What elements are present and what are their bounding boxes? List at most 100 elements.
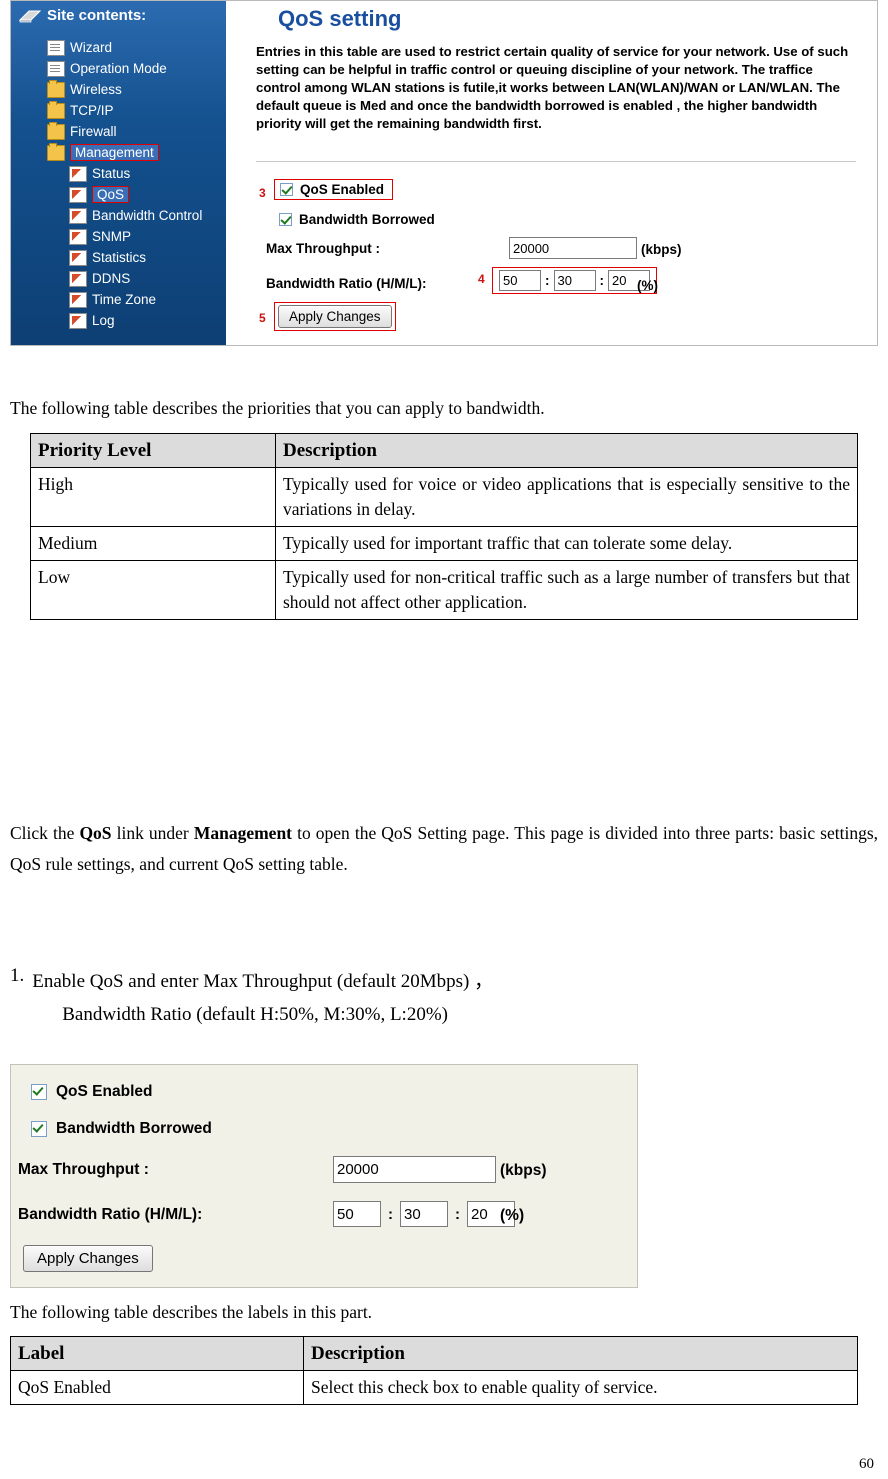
- table-header-row: Priority Level Description: [30, 433, 858, 468]
- qos-settings-panel: QoS setting Entries in this table are us…: [226, 1, 877, 345]
- sidebar-item-tcpip[interactable]: TCP/IP: [47, 100, 225, 121]
- cell-description: Typically used for voice or video applic…: [275, 467, 858, 527]
- page-title: QoS setting: [278, 6, 402, 31]
- ratio-high-input[interactable]: [333, 1201, 381, 1227]
- cell-description: Typically used for non-critical traffic …: [275, 560, 858, 620]
- step-1-line-2: Bandwidth Ratio (default H:50%, M:30%, L…: [62, 1004, 448, 1025]
- ratio-high-input[interactable]: [499, 270, 541, 291]
- sidebar-item-snmp[interactable]: SNMP: [69, 226, 225, 247]
- ratio-colon-1: :: [545, 273, 550, 288]
- sidebar-item-label: Statistics: [92, 250, 147, 265]
- sidebar-item-label: Wizard: [70, 40, 113, 55]
- page-icon: [69, 291, 87, 308]
- qos-enabled-checkbox[interactable]: [280, 183, 293, 196]
- table-row: Low Typically used for non-critical traf…: [30, 560, 858, 620]
- bandwidth-borrowed-checkbox[interactable]: [279, 213, 292, 226]
- page-icon: [69, 186, 87, 203]
- step-1-text: Enable QoS and enter Max Throughput (def…: [32, 965, 872, 1031]
- max-throughput-label: Max Throughput :: [266, 241, 380, 256]
- sidebar-item-label: DDNS: [92, 271, 131, 286]
- sidebar-item-management[interactable]: Management: [47, 142, 225, 163]
- cell-label: QoS Enabled: [10, 1370, 304, 1405]
- sidebar-item-wireless[interactable]: Wireless: [47, 79, 225, 100]
- page-icon: [69, 270, 87, 287]
- apply-changes-wrapper[interactable]: Apply Changes: [274, 302, 396, 331]
- percent-unit-label: (%): [637, 278, 658, 293]
- table-row: High Typically used for voice or video a…: [30, 467, 858, 527]
- qos-enabled-row[interactable]: QoS Enabled: [274, 179, 394, 200]
- bandwidth-ratio-group-2[interactable]: : :: [333, 1201, 515, 1227]
- sidebar-item-label: Log: [92, 313, 115, 328]
- callout-3: 3: [259, 186, 266, 200]
- site-contents-label: Site contents:: [47, 7, 147, 24]
- paragraph-part-1: Click the: [10, 823, 80, 843]
- ratio-medium-input[interactable]: [400, 1201, 448, 1227]
- bandwidth-ratio-label: Bandwidth Ratio (H/M/L):: [18, 1206, 203, 1223]
- sidebar-item-bandwidth-control[interactable]: Bandwidth Control: [69, 205, 225, 226]
- site-contents-title: Site contents:: [18, 7, 147, 24]
- table-row: Medium Typically used for important traf…: [30, 526, 858, 561]
- sidebar-item-log[interactable]: Log: [69, 310, 225, 331]
- priority-table: Priority Level Description High Typicall…: [30, 433, 858, 620]
- folder-icon: [47, 100, 65, 119]
- page-icon: [69, 165, 87, 182]
- sidebar-item-label: Firewall: [70, 124, 117, 139]
- page-icon: [69, 207, 87, 224]
- sidebar-item-label: Bandwidth Control: [92, 208, 203, 223]
- step-1-line-1: Enable QoS and enter Max Throughput (def…: [32, 971, 494, 992]
- bandwidth-ratio-group[interactable]: : :: [492, 267, 657, 294]
- column-header-priority-level: Priority Level: [30, 433, 276, 468]
- sidebar-item-label: Operation Mode: [70, 61, 167, 76]
- sidebar-item-statistics[interactable]: Statistics: [69, 247, 225, 268]
- max-throughput-input[interactable]: [333, 1156, 496, 1183]
- sidebar-item-wizard[interactable]: Wizard: [47, 37, 225, 58]
- sidebar-item-label: Time Zone: [92, 292, 157, 307]
- kbps-unit-label: (kbps): [641, 242, 682, 257]
- step-1: 1. Enable QoS and enter Max Throughput (…: [10, 965, 878, 1031]
- max-throughput-input[interactable]: [509, 237, 637, 259]
- callout-4: 4: [478, 272, 485, 286]
- page-number: 60: [859, 1456, 874, 1472]
- bandwidth-borrowed-checkbox[interactable]: [31, 1121, 47, 1137]
- qos-basic-settings-screenshot: QoS Enabled Bandwidth Borrowed Max Throu…: [10, 1064, 638, 1288]
- labels-table-wrapper: Label Description QoS Enabled Select thi…: [10, 1336, 858, 1405]
- table-header-row: Label Description: [10, 1336, 858, 1371]
- ratio-medium-input[interactable]: [553, 270, 596, 291]
- cell-description: Typically used for important traffic tha…: [275, 526, 858, 561]
- paragraph-part-2: link under: [111, 823, 194, 843]
- priority-table-wrapper: Priority Level Description High Typicall…: [30, 433, 858, 620]
- step-1-number: 1.: [10, 965, 25, 986]
- bandwidth-borrowed-row[interactable]: Bandwidth Borrowed: [279, 212, 435, 227]
- sidebar-item-operation-mode[interactable]: Operation Mode: [47, 58, 225, 79]
- cell-description: Select this check box to enable quality …: [303, 1370, 858, 1405]
- sidebar-item-status[interactable]: Status: [69, 163, 225, 184]
- sidebar-item-label: QoS: [92, 186, 130, 203]
- folder-icon: [47, 121, 65, 140]
- labels-table: Label Description QoS Enabled Select thi…: [10, 1336, 858, 1405]
- bandwidth-borrowed-row-2[interactable]: Bandwidth Borrowed: [31, 1120, 212, 1138]
- priority-intro-text: The following table describes the priori…: [10, 398, 545, 418]
- paragraph-bold-management: Management: [193, 823, 293, 843]
- column-header-description: Description: [275, 433, 858, 468]
- sidebar-item-firewall[interactable]: Firewall: [47, 121, 225, 142]
- bandwidth-ratio-label: Bandwidth Ratio (H/M/L):: [266, 276, 427, 291]
- qos-enabled-checkbox[interactable]: [31, 1084, 47, 1100]
- qos-enabled-label: QoS Enabled: [300, 182, 385, 197]
- apply-changes-button[interactable]: Apply Changes: [278, 305, 392, 328]
- apply-changes-button[interactable]: Apply Changes: [23, 1245, 153, 1272]
- sidebar-item-ddns[interactable]: DDNS: [69, 268, 225, 289]
- callout-5: 5: [259, 311, 266, 325]
- divider: [256, 161, 856, 162]
- bandwidth-borrowed-label: Bandwidth Borrowed: [299, 212, 435, 227]
- cell-priority-level: High: [30, 467, 276, 527]
- sidebar-item-time-zone[interactable]: Time Zone: [69, 289, 225, 310]
- qos-description: Entries in this table are used to restri…: [256, 44, 849, 131]
- qos-enabled-row-2[interactable]: QoS Enabled: [31, 1083, 152, 1101]
- column-header-label: Label: [10, 1336, 304, 1371]
- ratio-colon-1: :: [388, 1205, 393, 1223]
- paragraph-bold-qos: QoS: [79, 823, 112, 843]
- page-icon: [47, 39, 65, 56]
- ratio-colon-2: :: [455, 1205, 460, 1223]
- sidebar-item-qos[interactable]: QoS: [69, 184, 225, 205]
- cell-priority-level: Low: [30, 560, 276, 620]
